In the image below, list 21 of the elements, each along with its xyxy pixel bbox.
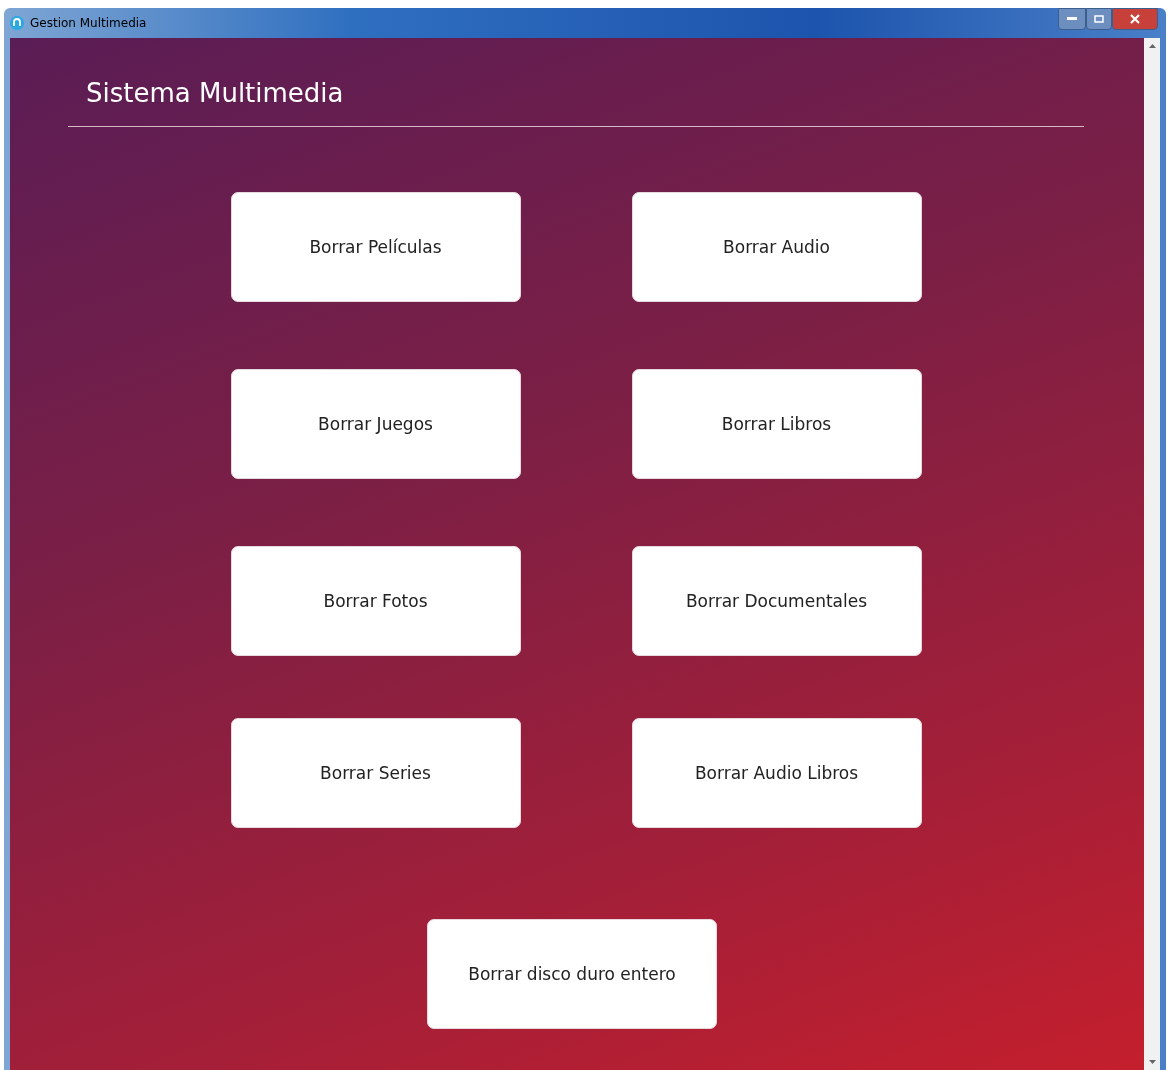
maximize-button[interactable] bbox=[1086, 8, 1112, 30]
delete-button[interactable]: Borrar Fotos bbox=[230, 546, 521, 656]
app-logo-icon bbox=[10, 16, 24, 30]
delete-button[interactable]: Borrar Documentales bbox=[631, 546, 922, 656]
page-heading: Sistema Multimedia bbox=[86, 77, 345, 110]
delete-button[interactable]: Borrar Juegos bbox=[230, 369, 521, 479]
delete-button[interactable]: Borrar Libros bbox=[631, 369, 922, 479]
delete-button[interactable]: Borrar Películas bbox=[230, 192, 521, 302]
scrollbar[interactable] bbox=[1144, 38, 1160, 1070]
delete-button[interactable]: Borrar Series bbox=[230, 718, 521, 828]
maximize-icon bbox=[1094, 15, 1104, 23]
scroll-down-icon[interactable] bbox=[1148, 1060, 1156, 1064]
scroll-up-icon[interactable] bbox=[1148, 44, 1156, 48]
minimize-button[interactable] bbox=[1058, 8, 1086, 30]
close-button[interactable] bbox=[1112, 8, 1158, 30]
minimize-icon bbox=[1067, 17, 1077, 21]
delete-button[interactable]: Borrar Audio Libros bbox=[631, 718, 922, 828]
delete-all-button[interactable]: Borrar disco duro entero bbox=[427, 919, 717, 1029]
delete-button[interactable]: Borrar Audio bbox=[631, 192, 922, 302]
window-title: Gestion Multimedia bbox=[30, 16, 147, 30]
close-icon bbox=[1130, 14, 1140, 24]
